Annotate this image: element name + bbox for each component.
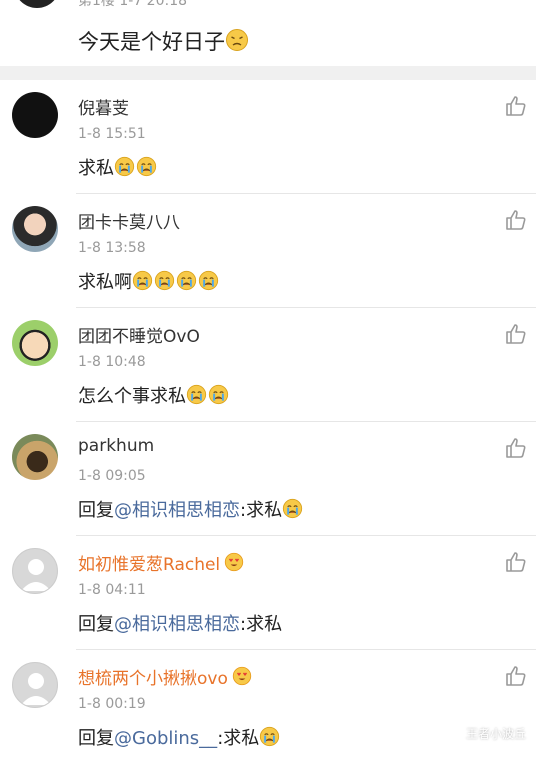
like-icon[interactable] [504,664,528,688]
like-icon[interactable] [504,550,528,574]
post-text: 今天是个好日子 [78,26,250,56]
comment-time: 1-8 00:19 [78,696,146,712]
comment-text-content: :求私 [217,728,260,749]
like-icon[interactable] [504,322,528,346]
comment-author[interactable]: 团卡卡莫八八 [78,208,180,233]
comment-item: 倪暮芰 1-8 15:51 求私 [0,80,536,194]
comment-author-name: 想梳两个小揪揪ovo [78,669,228,689]
crying-face-emoji-icon [114,156,135,177]
comment-item: 如初惟爱葱Rachel 1-8 04:11 回复@相识相思相恋:求私 [0,536,536,650]
watermark: 王者小波丘 [465,727,526,741]
comment-time: 1-8 04:11 [78,582,146,598]
post-text-content: 今天是个好日子 [78,30,225,54]
avatar[interactable] [12,548,58,594]
comment-time: 1-8 15:51 [78,126,146,142]
crying-face-emoji-icon [186,384,207,405]
crying-face-emoji-icon [259,726,280,747]
comment-text: 怎么个事求私 [78,382,230,408]
heart-eyes-badge-icon [224,552,244,572]
comment-text: 求私啊 [78,268,220,294]
like-icon[interactable] [504,208,528,232]
comment-time: 1-8 10:48 [78,354,146,370]
comment-item: parkhum 1-8 09:05 回复@相识相思相恋:求私 [0,422,536,536]
top-post: 第1楼 1-7 20:18 今天是个好日子 [0,0,536,66]
crying-face-emoji-icon [136,156,157,177]
default-avatar-icon [21,559,51,591]
section-divider [0,66,536,80]
comment-author-name: 如初惟爱葱Rachel [78,555,221,575]
comment-text-content: :求私 [240,500,283,521]
comment-text-content: 求私 [78,158,114,179]
comment-text-content: 怎么个事求私 [78,386,186,407]
crying-face-emoji-icon [154,270,175,291]
comment-text: 回复@Goblins__:求私 [78,724,281,750]
comment-text-content: :求私 [240,614,283,635]
crying-face-emoji-icon [208,384,229,405]
comment-text: 回复@相识相思相恋:求私 [78,496,304,522]
like-icon[interactable] [504,436,528,460]
comment-author[interactable]: 团团不睡觉OvO [78,322,200,347]
avatar[interactable] [12,320,58,366]
avatar[interactable] [14,0,60,8]
comment-item: 团卡卡莫八八 1-8 13:58 求私啊 [0,194,536,308]
crying-face-emoji-icon [282,498,303,519]
avatar[interactable] [12,434,58,480]
comment-author[interactable]: parkhum [78,436,154,456]
crying-face-emoji-icon [198,270,219,291]
mention-link[interactable]: @相识相思相恋 [114,614,240,635]
mention-link[interactable]: @Goblins__ [114,728,217,749]
crying-face-emoji-icon [132,270,153,291]
comment-text: 求私 [78,154,158,180]
comment-author[interactable]: 如初惟爱葱Rachel [78,550,244,575]
reply-prefix: 回复 [78,728,114,749]
like-icon[interactable] [504,94,528,118]
crying-face-emoji-icon [176,270,197,291]
heart-eyes-badge-icon [232,666,252,686]
avatar[interactable] [12,662,58,708]
avatar[interactable] [12,92,58,138]
comment-item: 团团不睡觉OvO 1-8 10:48 怎么个事求私 [0,308,536,422]
avatar[interactable] [12,206,58,252]
comment-item: 想梳两个小揪揪ovo 1-8 00:19 回复@Goblins__:求私 [0,650,536,764]
comment-time: 1-8 09:05 [78,468,146,484]
comment-text: 回复@相识相思相恋:求私 [78,610,282,636]
comment-time: 1-8 13:58 [78,240,146,256]
comment-author[interactable]: 倪暮芰 [78,94,129,119]
comment-text-content: 求私啊 [78,272,132,293]
reply-prefix: 回复 [78,500,114,521]
reply-prefix: 回复 [78,614,114,635]
mention-link[interactable]: @相识相思相恋 [114,500,240,521]
sad-face-emoji-icon [225,28,249,52]
post-meta: 第1楼 1-7 20:18 [78,0,188,9]
default-avatar-icon [21,673,51,705]
comment-author[interactable]: 想梳两个小揪揪ovo [78,664,252,689]
